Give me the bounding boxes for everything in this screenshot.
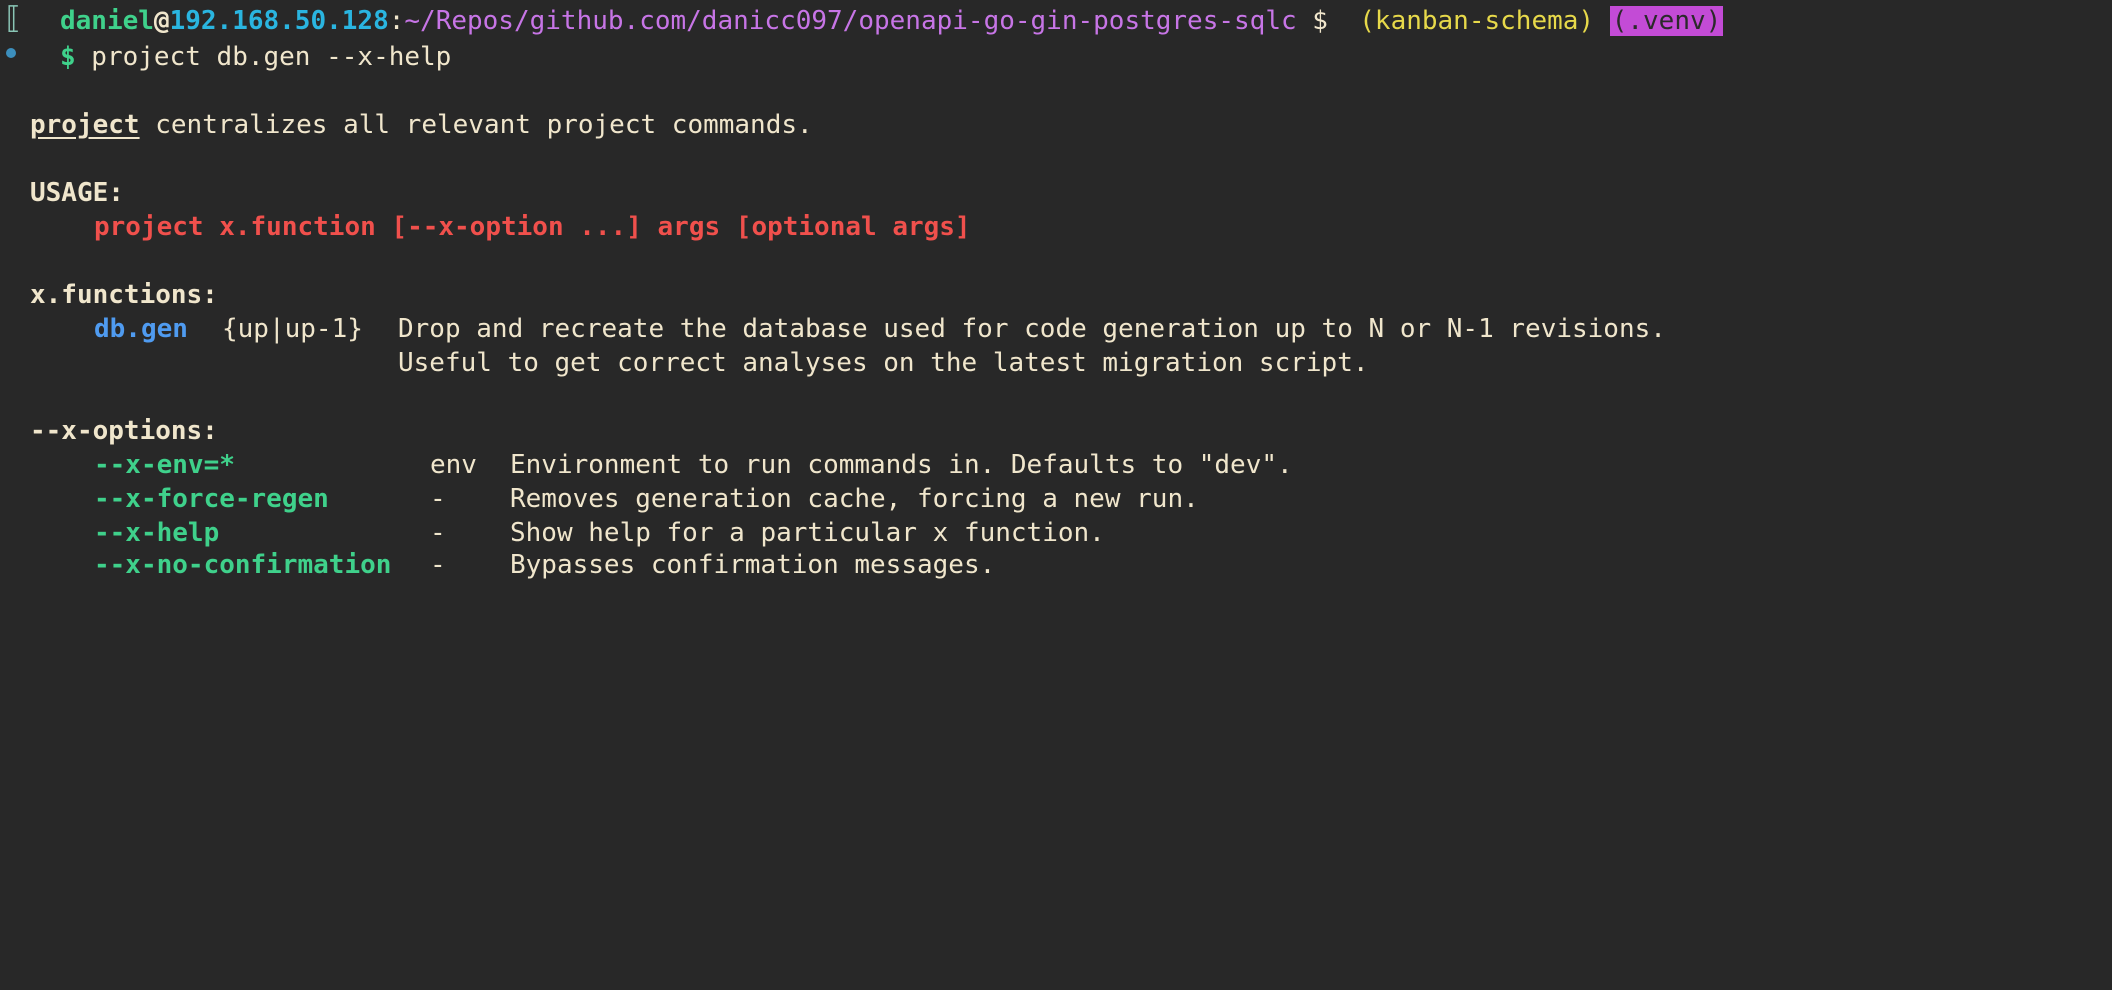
option-row: --x-force-regen - Removes generation cache… bbox=[94, 482, 1199, 516]
prompt-user: daniel bbox=[60, 6, 154, 36]
usage-line: project x.function [--x-option ...] args… bbox=[94, 212, 971, 242]
options-header: --x-options: bbox=[30, 416, 218, 446]
option-description: Bypasses confirmation messages. bbox=[510, 550, 996, 580]
function-row: db.gen {up|up-1} Drop and recreate the dat… bbox=[94, 312, 1666, 346]
intro-program-name: project bbox=[30, 110, 140, 140]
prompt-dollar: $ bbox=[1296, 6, 1344, 36]
function-description: Drop and recreate the database used for … bbox=[398, 314, 1666, 344]
option-row: --x-help - Show help for a particular x fu… bbox=[94, 516, 1105, 550]
function-description-continued: Useful to get correct analyses on the la… bbox=[398, 348, 1369, 378]
option-arg: - bbox=[430, 484, 446, 514]
option-flag: --x-help bbox=[94, 518, 220, 548]
option-arg: - bbox=[430, 550, 446, 580]
venv-badge: (.venv) bbox=[1609, 6, 1724, 36]
prompt-host: 192.168.50.128 bbox=[169, 6, 389, 36]
command-text: project db.gen --x-help bbox=[75, 42, 452, 72]
option-flag: --x-env=* bbox=[94, 450, 235, 480]
prompt-status-dot-icon bbox=[6, 48, 16, 58]
prompt-colon: : bbox=[388, 6, 405, 36]
intro-text: centralizes all relevant project command… bbox=[139, 110, 813, 140]
prompt-at: @ bbox=[153, 6, 170, 36]
git-branch: (kanban-schema) bbox=[1343, 6, 1595, 36]
function-args: {up|up-1} bbox=[222, 314, 363, 344]
intro-line: project centralizes all relevant project… bbox=[30, 108, 813, 142]
option-row: --x-no-confirmation - Bypasses confirmatio… bbox=[94, 548, 995, 582]
option-arg: env bbox=[430, 450, 477, 480]
option-description: Removes generation cache, forcing a new … bbox=[510, 484, 1199, 514]
option-description: Environment to run commands in. Defaults… bbox=[510, 450, 1293, 480]
option-row: --x-env=* env Environment to run commands … bbox=[94, 448, 1293, 482]
prompt-symbol: $ bbox=[60, 42, 76, 72]
option-flag: --x-no-confirmation bbox=[94, 550, 392, 580]
function-name: db.gen bbox=[94, 314, 188, 344]
option-description: Show help for a particular x function. bbox=[510, 518, 1105, 548]
prompt-info-line: daniel@192.168.50.128:~/Repos/github.com… bbox=[60, 4, 1724, 38]
usage-header: USAGE: bbox=[30, 178, 124, 208]
functions-header: x.functions: bbox=[30, 280, 218, 310]
terminal-window[interactable]: ⟦ daniel@192.168.50.128:~/Repos/github.c… bbox=[0, 0, 2112, 582]
command-line[interactable]: $ project db.gen --x-help bbox=[60, 40, 451, 74]
option-flag: --x-force-regen bbox=[94, 484, 329, 514]
option-arg: - bbox=[430, 518, 446, 548]
prompt-path: ~/Repos/github.com/danicc097/openapi-go-… bbox=[404, 6, 1297, 36]
